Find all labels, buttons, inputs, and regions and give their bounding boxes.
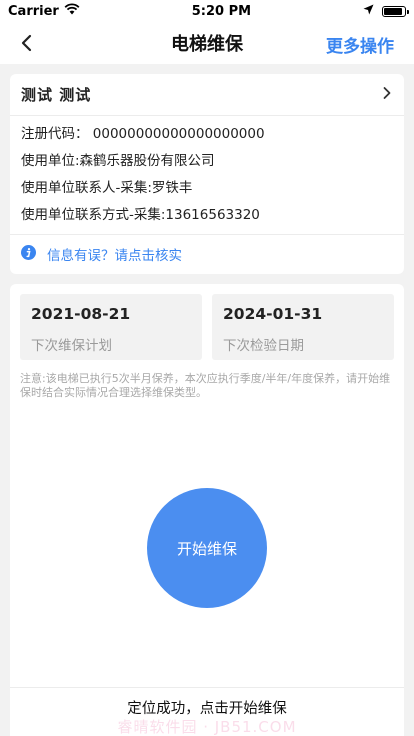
using-unit: 使用单位:森鹤乐器股份有限公司	[21, 153, 215, 169]
divider	[10, 234, 404, 235]
info-icon	[21, 244, 36, 264]
maintenance-notice: 注意:该电梯已执行5次半月保养，本次应执行季度/半年/年度保养，请开始维保时结合…	[20, 372, 391, 399]
elevator-info-card: 测试 测试 注册代码： 00000000000000000000 使用单位:森鹤…	[10, 74, 404, 274]
elevator-info-rows: 注册代码： 00000000000000000000 使用单位:森鹤乐器股份有限…	[10, 116, 404, 234]
divider	[10, 687, 404, 688]
contact-person: 使用单位联系人-采集:罗铁丰	[21, 180, 193, 196]
status-right	[363, 4, 409, 19]
location-status: 定位成功，点击开始维保	[127, 701, 287, 717]
elevator-name: 测试 测试	[21, 86, 92, 104]
start-maintenance-button[interactable]: 开始维保	[147, 488, 267, 608]
next-inspection-label: 下次检验日期	[223, 338, 304, 354]
maintenance-card: 2021-08-21 下次维保计划 2024-01-31 下次检验日期 注意:该…	[10, 284, 404, 736]
next-plan-label: 下次维保计划	[31, 338, 112, 354]
battery-icon	[382, 5, 409, 17]
status-bar: Carrier 5:20 PM	[0, 0, 414, 22]
registration-code: 注册代码： 00000000000000000000	[21, 126, 265, 142]
watermark: 睿晴软件园 · JB51.COM	[117, 718, 297, 736]
next-maintenance-plan: 2021-08-21 下次维保计划	[20, 294, 202, 360]
carrier-label: Carrier	[8, 3, 59, 19]
contact-phone: 使用单位联系方式-采集:13616563320	[21, 207, 260, 223]
back-chevron-icon[interactable]	[16, 32, 38, 54]
status-left: Carrier	[8, 3, 80, 19]
status-time: 5:20 PM	[191, 3, 252, 19]
next-plan-date: 2021-08-21	[31, 305, 131, 323]
verify-info-link[interactable]: 信息有误？请点击核实	[21, 243, 182, 265]
page-title: 电梯维保	[171, 34, 243, 55]
battery-level	[384, 7, 402, 15]
wifi-icon	[64, 3, 80, 19]
nav-bar: 电梯维保 更多操作	[0, 22, 414, 64]
location-arrow-icon	[363, 4, 374, 19]
chevron-right-icon	[382, 85, 392, 104]
elevator-info-header[interactable]: 测试 测试	[10, 74, 404, 116]
more-actions-button[interactable]: 更多操作	[326, 32, 394, 57]
next-inspection: 2024-01-31 下次检验日期	[212, 294, 394, 360]
verify-info-text: 信息有误？请点击核实	[47, 248, 182, 264]
next-inspection-date: 2024-01-31	[223, 305, 323, 323]
